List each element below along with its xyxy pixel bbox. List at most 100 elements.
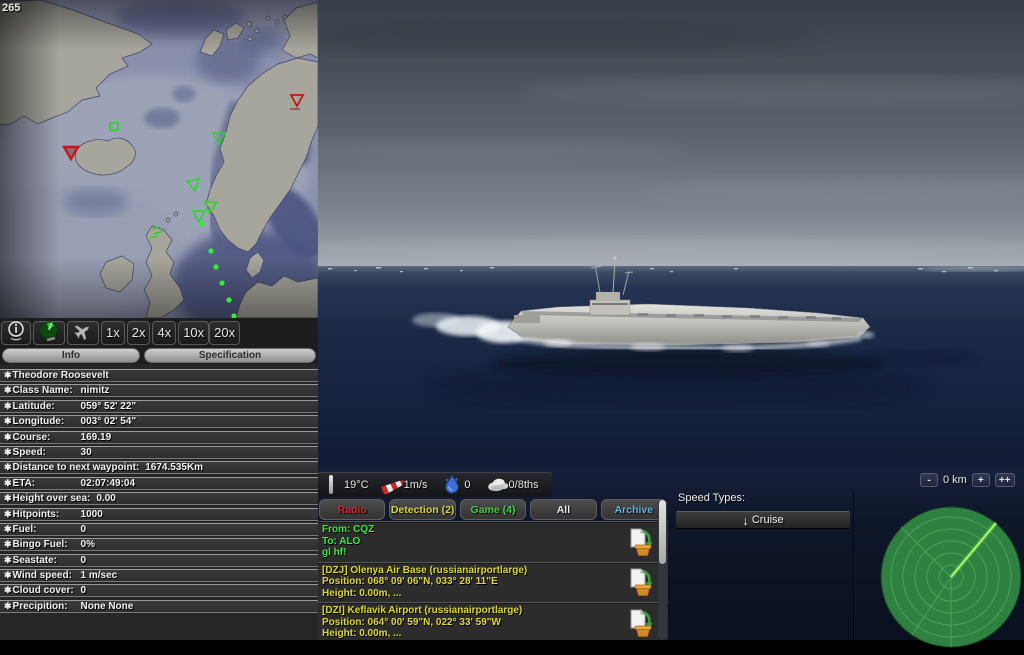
zoom-level-button[interactable]: 20x: [209, 321, 240, 345]
tab-info[interactable]: Info: [2, 348, 140, 363]
game-window: 265: [0, 0, 1024, 640]
info-value: 1674.535Km: [145, 462, 203, 473]
info-row: ✱ Speed: 30: [0, 446, 318, 459]
message-tab[interactable]: Detection (2): [389, 499, 455, 520]
message-item[interactable]: [DZJ] Olenya Air Base (russianairportlar…: [318, 562, 668, 603]
info-value: 059° 52' 22": [81, 401, 137, 412]
info-value: 0%: [81, 539, 95, 550]
info-label: ETA:: [13, 478, 81, 489]
bullet-icon: ✱: [4, 585, 12, 596]
bullet-icon: ✱: [4, 509, 12, 520]
message-tab[interactable]: Radio: [319, 499, 385, 520]
info-label: Seastate:: [13, 555, 81, 566]
info-label: Class Name:: [13, 385, 81, 396]
map-canvas: [0, 0, 318, 318]
info-row: ✱ Wind speed: 1 m/sec: [0, 569, 318, 582]
bullet-icon: ✱: [4, 416, 12, 427]
sonar-button[interactable]: [33, 321, 65, 345]
sea-state-icon: [443, 474, 461, 497]
bullet-icon: ✱: [4, 539, 12, 550]
aircraft-button[interactable]: [67, 321, 99, 345]
info-label: Hitpoints:: [13, 509, 81, 520]
speed-type-dropdown[interactable]: ↓ Cruise: [676, 511, 850, 529]
bullet-icon: ✱: [4, 555, 12, 566]
world-view[interactable]: [318, 0, 1024, 474]
bullet-icon: ✱: [4, 370, 12, 381]
message-line: From: CQZ: [322, 524, 626, 536]
archive-message-button[interactable]: [626, 527, 656, 557]
message-item[interactable]: From: CQZ To: ALO gl hf!: [318, 521, 668, 562]
info-row: ✱ Height over sea: 0.00: [0, 492, 318, 505]
scrollbar-thumb[interactable]: [659, 500, 666, 564]
message-line: [DZJ] Olenya Air Base (russianairportlar…: [322, 565, 626, 577]
bullet-icon: ✱: [4, 493, 12, 504]
bullet-icon: ✱: [4, 447, 12, 458]
zoom-level-button[interactable]: 2x: [127, 321, 151, 345]
info-label: Fuel:: [13, 524, 81, 535]
sonar-icon: [38, 320, 60, 345]
weather-bar-handle: [329, 475, 333, 494]
zoom-level-button[interactable]: 10x: [178, 321, 209, 345]
bullet-icon: ✱: [4, 462, 12, 473]
info-row: ✱ Seastate: 0: [0, 554, 318, 567]
info-value: nimitz: [81, 385, 110, 396]
wind-speed-label: 1m/s: [404, 479, 428, 491]
bullet-icon: ✱: [4, 478, 12, 489]
info-row: ✱ Precipition: None None: [0, 600, 318, 613]
archive-message-button[interactable]: [626, 608, 656, 638]
info-label: Course:: [13, 432, 81, 443]
message-line: To: ALO: [322, 536, 626, 548]
info-row: ✱ Hitpoints: 1000: [0, 508, 318, 521]
map-counter: 265: [2, 2, 20, 14]
info-row: ✱ Longitude: 003° 02' 54": [0, 415, 318, 428]
message-scrollbar[interactable]: [658, 500, 667, 640]
info-label: Latitude:: [13, 401, 81, 412]
map-toolbar: 1x 2x 4x 10x 20x: [0, 318, 318, 347]
info-value: 0: [81, 555, 87, 566]
message-item[interactable]: [DZI] Keflavik Airport (russianairportla…: [318, 602, 668, 640]
windsock-icon: [378, 474, 404, 497]
info-label: Distance to next waypoint:: [13, 462, 146, 473]
info-value: 003° 02' 54": [81, 416, 137, 427]
info-label: Cloud cover:: [13, 585, 81, 596]
range-value-label: 0 km: [943, 474, 967, 486]
range-increase-button[interactable]: +: [972, 473, 990, 487]
bullet-icon: ✱: [4, 385, 12, 396]
message-tab[interactable]: All: [530, 499, 596, 520]
archive-message-button[interactable]: [626, 567, 656, 597]
info-value: 0: [81, 585, 87, 596]
aircraft-icon: [72, 320, 94, 345]
info-row: ✱ Theodore Roosevelt: [0, 369, 318, 382]
info-value: 1000: [81, 509, 103, 520]
info-label: Theodore Roosevelt: [13, 370, 115, 381]
info-value: None None: [81, 601, 134, 612]
range-increase-fast-button[interactable]: ++: [995, 473, 1015, 487]
bullet-icon: ✱: [4, 570, 12, 581]
info-value: 0.00: [96, 493, 115, 504]
message-tab[interactable]: Game (4): [460, 499, 526, 520]
message-line: Height: 0.00m, ...: [322, 628, 626, 640]
info-row: ✱ Class Name: nimitz: [0, 384, 318, 397]
zoom-level-button[interactable]: 1x: [101, 321, 125, 345]
range-decrease-button[interactable]: -: [920, 473, 938, 487]
weather-bar: 19°C 1m/s 0: [318, 472, 552, 497]
radar-display[interactable]: [868, 500, 1024, 640]
strategic-map[interactable]: [0, 0, 318, 318]
ocean-scene: [318, 0, 1024, 474]
info-row: ✱ Latitude: 059° 52' 22": [0, 400, 318, 413]
info-row: ✱ Bingo Fuel: 0%: [0, 538, 318, 551]
message-line: [DZI] Keflavik Airport (russianairportla…: [322, 605, 626, 617]
temperature-label: 19°C: [344, 479, 369, 491]
unit-info-table: ✱ Theodore Roosevelt ✱ Class Name: nimit…: [0, 364, 318, 640]
message-line: Position: 064° 00' 59"N, 022° 33' 59"W: [322, 617, 626, 629]
sea-state-label: 0: [464, 479, 470, 491]
info-label: Precipition:: [13, 601, 81, 612]
info-row: ✱ ETA: 02:07:49:04: [0, 477, 318, 490]
radar-range-control: - 0 km + ++: [920, 473, 1015, 487]
message-list: From: CQZ To: ALO gl hf!: [318, 521, 668, 640]
zoom-level-button[interactable]: 4x: [152, 321, 176, 345]
info-button[interactable]: [1, 321, 31, 345]
archive-icon: [626, 545, 656, 560]
cloud-cover-label: 0/8ths: [509, 479, 539, 491]
tab-specification[interactable]: Specification: [144, 348, 316, 363]
